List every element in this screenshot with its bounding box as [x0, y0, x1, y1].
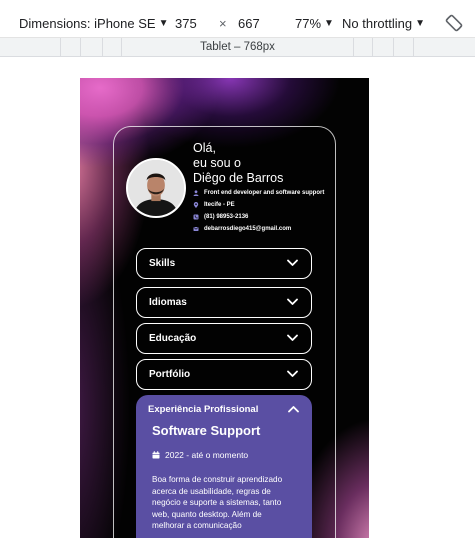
- greeting-line-2: eu sou o: [193, 156, 241, 170]
- chevron-down-icon: [287, 370, 298, 377]
- info-email-text: debarrosdiego415@gmail.com: [204, 226, 292, 232]
- profile-photo: [128, 160, 184, 216]
- info-role: Front end developer and software support: [193, 187, 324, 199]
- accordion-experiencia[interactable]: Experiência Profissional Software Suppor…: [136, 395, 312, 538]
- device-viewport: Olá, eu sou o Diêgo de Barros Front end …: [80, 78, 369, 538]
- media-query-bar[interactable]: Tablet – 768px: [0, 38, 475, 57]
- chevron-down-icon: [287, 298, 298, 305]
- accordion-idiomas[interactable]: Idiomas: [136, 287, 312, 318]
- accordion-educacao[interactable]: Educação: [136, 323, 312, 354]
- zoom-select[interactable]: 77% ▼: [295, 16, 334, 31]
- chevron-down-icon: [287, 334, 298, 341]
- email-icon: [193, 227, 199, 231]
- user-icon: [193, 190, 199, 196]
- job-description: Boa forma de construir aprendizado acerc…: [152, 475, 283, 530]
- info-phone-text: (81) 98953-2136: [204, 214, 249, 220]
- phone-icon: [193, 214, 199, 220]
- greeting-line-1: Olá,: [193, 141, 216, 155]
- chevron-down-icon: [287, 259, 298, 266]
- accordion-portfolio-label: Portfólio: [149, 369, 191, 380]
- avatar: [126, 158, 186, 218]
- location-pin-icon: [193, 202, 199, 208]
- chevron-up-icon: [288, 406, 299, 413]
- info-phone[interactable]: (81) 98953-2136: [193, 211, 324, 223]
- calendar-icon: [152, 451, 160, 459]
- dimension-separator: ×: [219, 16, 227, 31]
- accordion-idiomas-label: Idiomas: [149, 297, 187, 308]
- contact-info: Front end developer and software support…: [193, 187, 324, 235]
- media-query-label: Tablet – 768px: [200, 41, 275, 53]
- device-select-label: Dimensions: iPhone SE: [19, 16, 156, 31]
- rotate-icon[interactable]: [445, 14, 463, 32]
- caret-down-icon: ▼: [415, 18, 425, 29]
- job-period: 2022 - até o momento: [152, 450, 248, 460]
- device-toolbar: Dimensions: iPhone SE ▼ 375 × 667 77% ▼ …: [0, 0, 475, 38]
- job-period-text: 2022 - até o momento: [165, 450, 249, 460]
- accordion-skills[interactable]: Skills: [136, 248, 312, 279]
- info-location: Itecife - PE: [193, 199, 324, 211]
- zoom-value: 77%: [295, 16, 322, 31]
- accordion-portfolio[interactable]: Portfólio: [136, 359, 312, 390]
- height-input[interactable]: 667: [238, 16, 260, 31]
- info-email[interactable]: debarrosdiego415@gmail.com: [193, 223, 324, 235]
- caret-down-icon: ▼: [158, 18, 169, 29]
- accordion-educacao-label: Educação: [149, 333, 197, 344]
- throttling-select[interactable]: No throttling ▼: [342, 16, 425, 31]
- greeting: Olá, eu sou o Diêgo de Barros: [193, 141, 283, 186]
- info-role-text: Front end developer and software support: [204, 190, 325, 196]
- caret-down-icon: ▼: [324, 18, 334, 29]
- throttling-value: No throttling: [342, 16, 413, 31]
- profile-name: Diêgo de Barros: [193, 171, 284, 185]
- job-title: Software Support: [152, 423, 261, 438]
- info-location-text: Itecife - PE: [204, 202, 235, 208]
- accordion-experiencia-label: Experiência Profissional: [148, 404, 259, 415]
- width-input[interactable]: 375: [175, 16, 197, 31]
- device-select[interactable]: Dimensions: iPhone SE ▼: [19, 16, 168, 31]
- accordion-skills-label: Skills: [149, 258, 176, 269]
